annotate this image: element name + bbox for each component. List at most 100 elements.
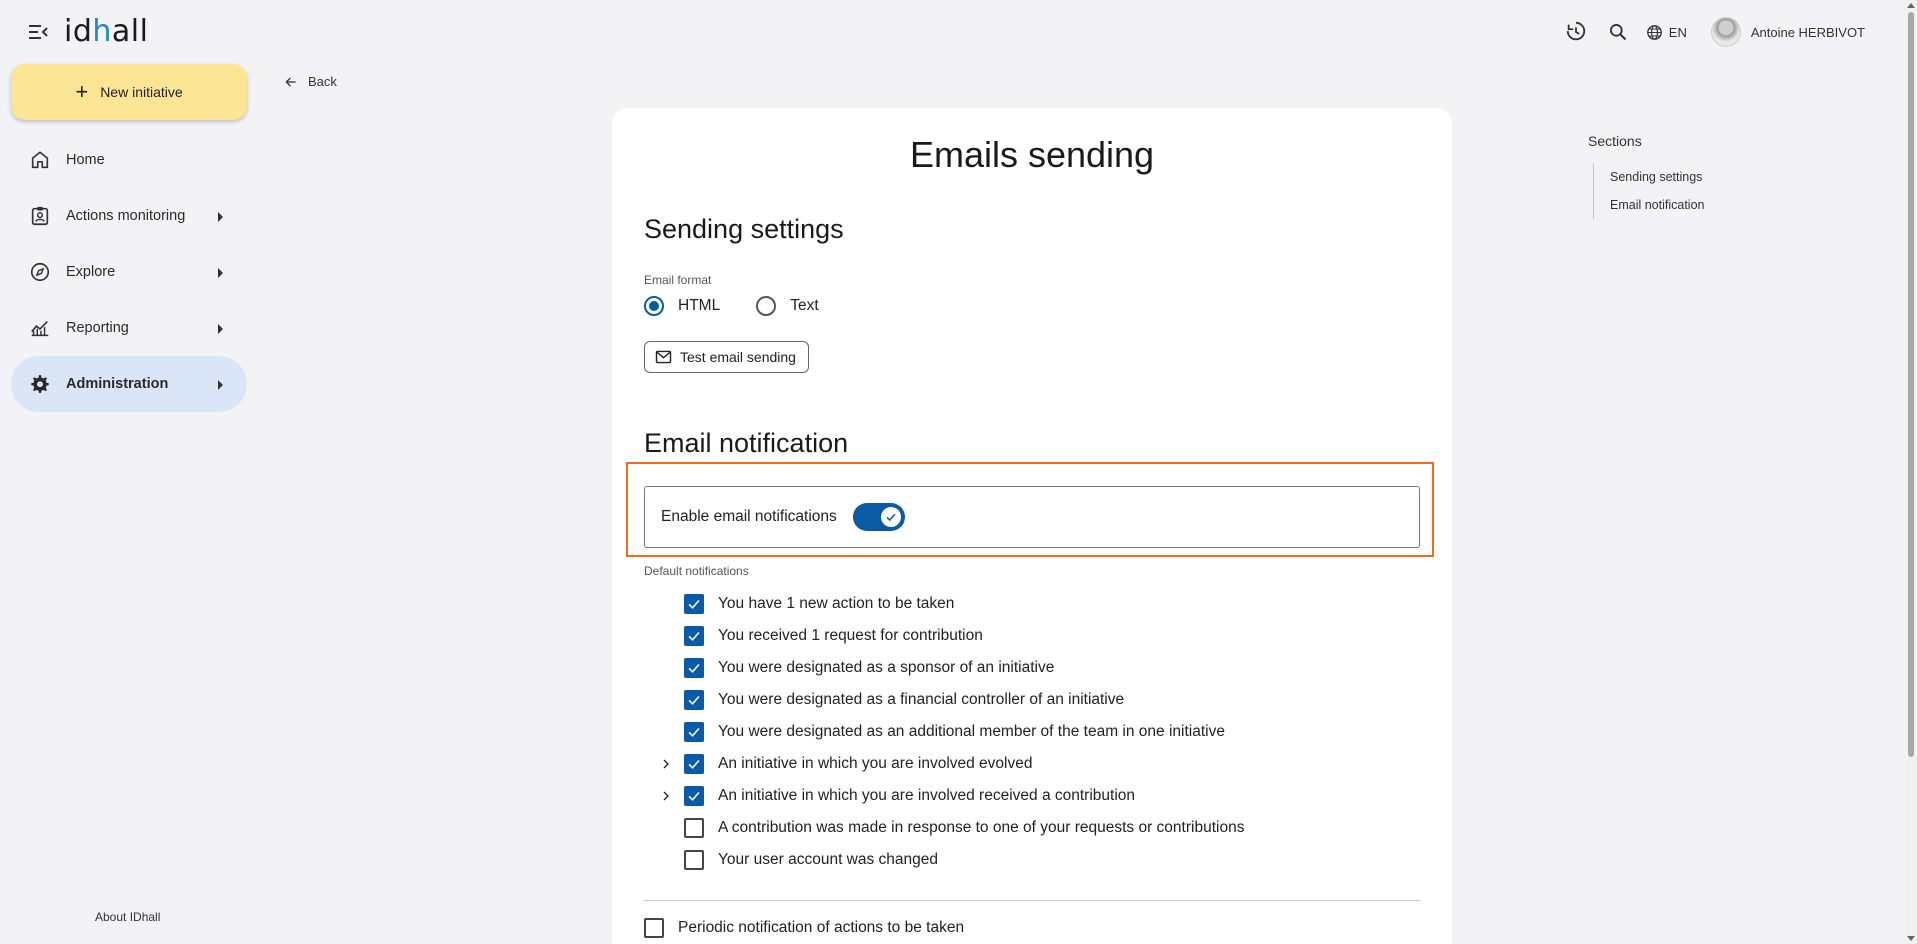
notification-label: You were designated as an additional mem…: [718, 723, 1225, 740]
radio-text-label[interactable]: Text: [790, 297, 818, 315]
sections-list: Sending settings Email notification: [1593, 163, 1705, 219]
checkbox-checked[interactable]: [684, 626, 704, 646]
section-link-sending-settings[interactable]: Sending settings: [1610, 163, 1705, 191]
mail-icon: [655, 350, 672, 364]
notification-label: You were designated as a sponsor of an i…: [718, 659, 1055, 676]
gear-icon: [28, 372, 52, 396]
caret-right-icon: [218, 268, 223, 278]
back-label: Back: [308, 74, 337, 89]
sidebar-item-label: Actions monitoring: [66, 208, 186, 224]
search-icon[interactable]: [1604, 18, 1632, 46]
user-name: Antoine HERBIVOT: [1750, 24, 1865, 40]
sidebar-item-home[interactable]: Home: [11, 132, 247, 188]
chevron-right-icon[interactable]: [656, 786, 676, 806]
notification-label: An initiative in which you are involved …: [718, 787, 1136, 804]
logo-part-1: id: [64, 14, 93, 49]
section-link-email-notification[interactable]: Email notification: [1610, 191, 1705, 219]
checkbox-unchecked[interactable]: [684, 818, 704, 838]
caret-right-icon: [218, 324, 223, 334]
checkbox-unchecked[interactable]: [684, 850, 704, 870]
arrow-left-icon: [284, 75, 298, 89]
notification-label: Your user account was changed: [718, 851, 939, 868]
compass-icon: [28, 260, 52, 284]
radio-html-label[interactable]: HTML: [678, 297, 720, 315]
caret-right-icon: [218, 212, 223, 222]
list-item: Your user account was changed: [644, 844, 1420, 876]
checkbox-checked[interactable]: [684, 690, 704, 710]
sidebar-nav: Home Actions monitoring Explore Reportin…: [11, 132, 247, 412]
top-bar: idhall EN Antoine HERBIVOT: [0, 0, 1905, 64]
logo-part-3: all: [111, 14, 149, 49]
radio-text[interactable]: [756, 296, 777, 316]
highlight-box: [626, 462, 1434, 557]
back-button[interactable]: Back: [284, 74, 337, 89]
list-item: A contribution was made in response to o…: [644, 812, 1420, 844]
test-email-sending-label: Test email sending: [680, 349, 796, 365]
notification-label: An initiative in which you are involved …: [718, 755, 1033, 772]
sections-nav: Sections Sending settings Email notifica…: [1588, 133, 1705, 219]
home-icon: [28, 148, 52, 172]
periodic-notification-checkbox[interactable]: [644, 918, 664, 938]
chevron-right-icon[interactable]: [656, 754, 676, 774]
list-item: You were designated as a financial contr…: [644, 684, 1420, 716]
email-format-label: Email format: [644, 273, 712, 287]
checkbox-checked[interactable]: [684, 786, 704, 806]
sidebar-item-label: Administration: [66, 376, 169, 392]
sidebar-item-actions-monitoring[interactable]: Actions monitoring: [11, 188, 247, 244]
new-initiative-label: New initiative: [100, 84, 183, 100]
logo-part-2: h: [92, 14, 112, 49]
list-item: You were designated as a sponsor of an i…: [644, 652, 1420, 684]
sidebar: + New initiative Home Actions monitoring…: [0, 64, 258, 944]
sidebar-item-label: Reporting: [66, 320, 129, 336]
scroll-thumb[interactable]: [1908, 12, 1914, 757]
sidebar-item-reporting[interactable]: Reporting: [11, 300, 247, 356]
sidebar-item-label: Explore: [66, 264, 116, 280]
checkbox-checked[interactable]: [684, 722, 704, 742]
user-menu[interactable]: Antoine HERBIVOT: [1710, 17, 1865, 47]
list-item: You have 1 new action to be taken: [644, 588, 1420, 620]
sidebar-item-explore[interactable]: Explore: [11, 244, 247, 300]
list-item: An initiative in which you are involved …: [644, 780, 1420, 812]
list-item: You were designated as an additional mem…: [644, 716, 1420, 748]
test-email-sending-button[interactable]: Test email sending: [644, 341, 809, 373]
language-selector[interactable]: EN: [1646, 24, 1687, 41]
notification-label: You received 1 request for contribution: [718, 627, 983, 644]
sending-settings-heading: Sending settings: [644, 214, 844, 244]
divider: [644, 900, 1420, 901]
periodic-notification-row: Periodic notification of actions to be t…: [644, 918, 964, 938]
notification-label: You have 1 new action to be taken: [718, 595, 955, 612]
logo[interactable]: idhall: [64, 14, 148, 49]
checkbox-checked[interactable]: [684, 658, 704, 678]
default-notifications-label: Default notifications: [644, 564, 749, 578]
email-format-radio-group: HTML Text: [644, 296, 855, 316]
plus-icon: +: [75, 79, 89, 104]
notification-label: A contribution was made in response to o…: [718, 819, 1245, 836]
radio-html[interactable]: [644, 296, 664, 316]
menu-collapse-icon[interactable]: [26, 21, 50, 43]
avatar: [1710, 17, 1741, 47]
chart-icon: [28, 316, 52, 340]
sidebar-item-label: Home: [66, 152, 105, 168]
new-initiative-button[interactable]: + New initiative: [11, 64, 247, 120]
header-actions: EN Antoine HERBIVOT: [1562, 14, 1865, 50]
scroll-up-arrow-icon[interactable]: [1907, 3, 1915, 8]
periodic-notification-label: Periodic notification of actions to be t…: [678, 919, 965, 936]
caret-right-icon: [218, 380, 223, 390]
default-notifications-list: You have 1 new action to be taken You re…: [644, 588, 1420, 876]
list-item: An initiative in which you are involved …: [644, 748, 1420, 780]
sections-title: Sections: [1588, 133, 1642, 149]
notification-label: You were designated as a financial contr…: [718, 691, 1125, 708]
history-icon[interactable]: [1562, 18, 1590, 46]
email-notification-heading: Email notification: [644, 428, 849, 458]
sidebar-item-administration[interactable]: Administration: [11, 356, 247, 412]
checkbox-checked[interactable]: [684, 594, 704, 614]
language-code: EN: [1668, 24, 1687, 40]
checkbox-checked[interactable]: [684, 754, 704, 774]
scroll-down-arrow-icon[interactable]: [1907, 936, 1915, 941]
about-link[interactable]: About IDhall: [95, 910, 160, 924]
clipboard-user-icon: [28, 204, 52, 228]
globe-icon: [1646, 24, 1663, 41]
page-title: Emails sending: [909, 134, 1155, 175]
scrollbar[interactable]: [1905, 0, 1917, 944]
list-item: You received 1 request for contribution: [644, 620, 1420, 652]
